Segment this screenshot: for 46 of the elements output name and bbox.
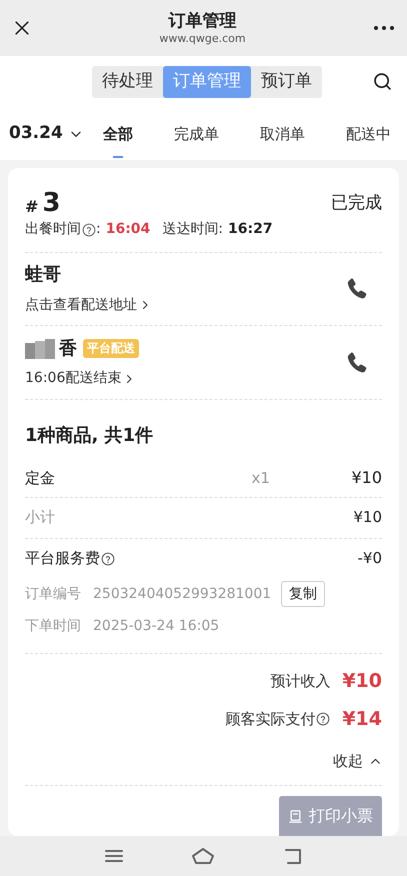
menu-icon[interactable]: [104, 848, 124, 864]
fee-label: 平台服务费: [25, 548, 100, 570]
time-label: 送达时间: [162, 220, 218, 240]
detail-value: 25032404052993281001: [93, 584, 272, 604]
item-quantity: x1: [251, 468, 271, 490]
segment-tab[interactable]: 待处理: [92, 66, 163, 98]
time-value: 16:04: [106, 220, 150, 240]
total-value: ¥14: [342, 706, 382, 732]
total-label: 预计收入: [270, 670, 330, 692]
collapse-button[interactable]: 收起: [333, 748, 382, 774]
copy-button[interactable]: 复制: [281, 581, 326, 608]
order-hash: #: [25, 196, 38, 218]
subtotal-label: 小计: [25, 507, 55, 528]
rider-name: 香: [59, 336, 77, 361]
item-price: ¥10: [351, 467, 382, 490]
segment-tab[interactable]: 预订单: [251, 66, 322, 98]
delivery-badge: 平台配送: [83, 338, 139, 358]
detail-label: 下单时间: [25, 616, 82, 636]
fee-value: -¥0: [358, 548, 382, 570]
detail-value: 2025-03-24 16:05: [93, 616, 220, 636]
customer-name: 蛙哥: [25, 262, 62, 287]
order-status: 已完成: [331, 192, 382, 215]
total-label: 顾客实际支付: [225, 708, 316, 730]
filter-tab[interactable]: 取消单: [252, 114, 313, 154]
order-number: 3: [42, 188, 60, 218]
goods-summary: 1种商品, 共1件: [25, 424, 154, 448]
item-name: 定金: [25, 468, 56, 490]
receipt-icon: [288, 808, 303, 824]
colon-text: :: [218, 220, 224, 240]
search-icon[interactable]: [372, 71, 393, 92]
detail-link[interactable]: 16:06配送结束: [25, 368, 139, 390]
back-icon[interactable]: [283, 847, 304, 865]
colon-text: :: [96, 220, 101, 240]
home-icon[interactable]: [191, 847, 216, 865]
filter-tab[interactable]: 配送中: [338, 114, 399, 154]
page-url: www.qwge.com: [159, 32, 246, 46]
time-value: 16:27: [228, 220, 273, 240]
detail-link[interactable]: 点击查看配送地址: [25, 294, 151, 316]
filter-tab[interactable]: 完成单: [166, 114, 227, 154]
page-title: 订单管理: [168, 10, 236, 32]
detail-label: 订单编号: [25, 584, 82, 604]
more-icon[interactable]: [372, 25, 395, 31]
time-label: 出餐时间: [25, 220, 81, 240]
date-dropdown[interactable]: 03.24: [0, 114, 95, 154]
total-value: ¥10: [342, 668, 382, 694]
subtotal-value: ¥10: [353, 507, 382, 528]
